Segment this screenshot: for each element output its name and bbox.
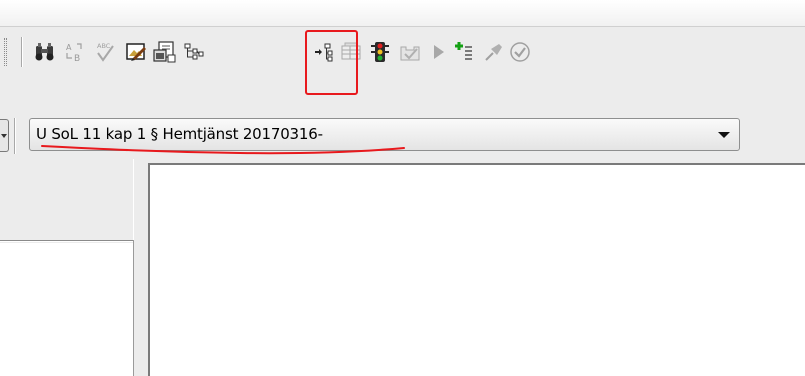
pane-splitter-edge bbox=[133, 240, 134, 376]
svg-text:ABC: ABC bbox=[97, 42, 111, 50]
image-edit-button[interactable] bbox=[122, 38, 150, 66]
table-button[interactable] bbox=[337, 38, 365, 66]
svg-text:B: B bbox=[74, 54, 80, 63]
previous-dropdown-button[interactable] bbox=[0, 119, 9, 152]
chevron-down-icon bbox=[1, 134, 7, 138]
tree-structure-icon bbox=[184, 43, 204, 60]
left-pane[interactable] bbox=[0, 243, 133, 376]
toolbar-grip[interactable] bbox=[4, 38, 7, 66]
toolbar-separator bbox=[21, 37, 23, 67]
tree-view-button[interactable] bbox=[180, 38, 208, 66]
spellcheck-icon: ABC bbox=[97, 42, 114, 62]
checkmark-circle-icon bbox=[510, 42, 530, 62]
chevron-down-icon[interactable] bbox=[718, 132, 730, 138]
spellcheck-button[interactable]: ABC bbox=[91, 38, 119, 66]
table-icon bbox=[341, 42, 361, 60]
editor-pane[interactable] bbox=[148, 163, 805, 376]
play-icon bbox=[434, 45, 444, 59]
status-button[interactable] bbox=[366, 38, 394, 66]
title-strip bbox=[0, 0, 805, 27]
add-item-button[interactable] bbox=[451, 38, 479, 66]
binoculars-icon bbox=[35, 43, 54, 61]
paragraph-select[interactable]: U SoL 11 kap 1 § Hemtjänst 20170316- bbox=[29, 118, 740, 151]
properties-icon bbox=[153, 41, 176, 63]
find-button[interactable] bbox=[31, 38, 59, 66]
replace-button[interactable]: A B bbox=[61, 38, 89, 66]
pin-icon bbox=[485, 44, 502, 61]
play-button[interactable] bbox=[424, 38, 452, 66]
traffic-light-icon bbox=[371, 42, 389, 62]
insert-node-button[interactable] bbox=[311, 38, 339, 66]
replace-ab-icon: A B bbox=[66, 43, 82, 63]
left-pane-divider bbox=[0, 240, 133, 242]
pane-splitter[interactable] bbox=[133, 159, 148, 376]
pin-button[interactable] bbox=[480, 38, 508, 66]
left-pane-header bbox=[0, 159, 136, 240]
svg-text:A: A bbox=[66, 43, 72, 52]
insert-tree-node-icon bbox=[315, 43, 333, 62]
toolbar-separator bbox=[14, 118, 16, 154]
properties-button[interactable] bbox=[151, 38, 179, 66]
approve-button[interactable] bbox=[506, 38, 534, 66]
add-list-item-icon bbox=[455, 42, 472, 60]
inbox-check-icon bbox=[400, 46, 420, 61]
inbox-button[interactable] bbox=[396, 38, 424, 66]
paragraph-select-value: U SoL 11 kap 1 § Hemtjänst 20170316- bbox=[36, 125, 323, 143]
image-edit-icon bbox=[126, 43, 146, 61]
